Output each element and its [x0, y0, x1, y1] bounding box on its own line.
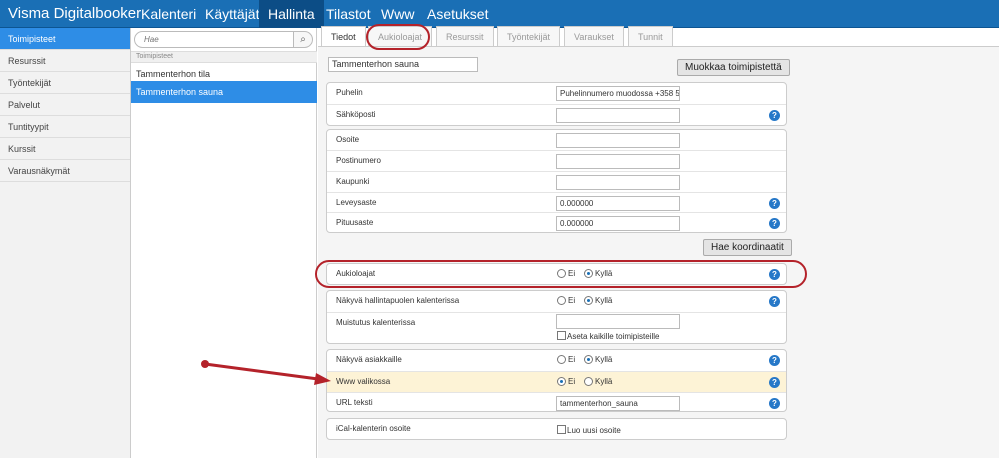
annotation-arrow-dot: [201, 360, 209, 368]
annotation-arrow: [201, 360, 331, 385]
annotation-arrow-head: [314, 373, 331, 385]
annotation-arrow-shaft: [204, 362, 319, 381]
